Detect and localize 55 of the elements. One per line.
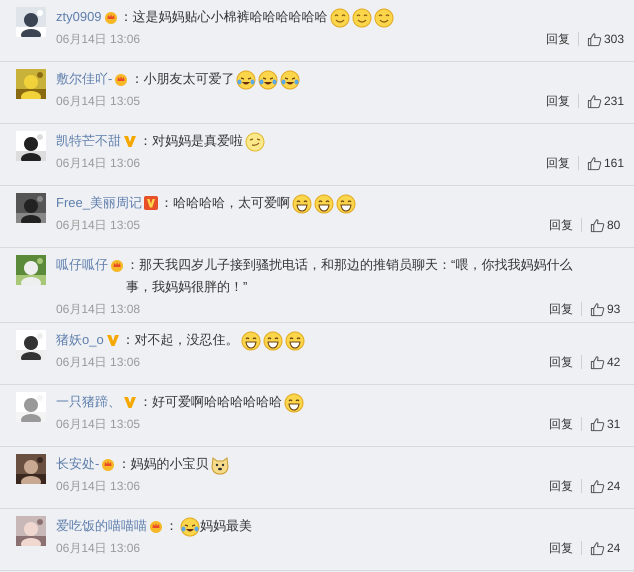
timestamp: 06月14日 13:05 — [56, 93, 140, 110]
like-button[interactable]: 303 — [586, 30, 624, 48]
thumbs-up-icon — [590, 354, 605, 370]
comment-text: ：哈哈哈哈，太可爱啊 — [160, 195, 290, 210]
username-link[interactable]: zty0909 — [56, 6, 102, 28]
timestamp: 06月14日 13:06 — [56, 354, 140, 371]
timestamp: 06月14日 13:05 — [56, 416, 140, 433]
reply-button[interactable]: 回复 — [549, 216, 573, 234]
username-link[interactable]: 爱吃饭的喵喵喵 — [56, 515, 147, 537]
comment-text: ：这是妈妈贴心小棉裤哈哈哈哈哈哈 — [120, 9, 328, 24]
comment-text: ：妈妈的小宝贝 — [117, 456, 208, 471]
username-link[interactable]: Free_美丽周记 — [56, 192, 142, 214]
username-link[interactable]: 凯特芒不甜 — [56, 130, 121, 152]
thumbs-up-icon — [586, 156, 602, 170]
reply-button[interactable]: 回复 — [549, 353, 573, 371]
like-button[interactable]: 24 — [590, 477, 624, 495]
username-link[interactable]: 敷尔佳吖- — [56, 68, 112, 90]
comment-text: ：小朋友太可爱了 — [130, 71, 234, 86]
reply-button[interactable]: 回复 — [549, 415, 573, 433]
timestamp: 06月14日 13:08 — [56, 301, 140, 318]
thumbs-up-icon — [590, 218, 605, 232]
username-link[interactable]: 长安处- — [56, 453, 100, 475]
thumbs-up-icon — [590, 302, 605, 316]
like-button[interactable]: 24 — [590, 539, 624, 557]
reply-button[interactable]: 回复 — [549, 477, 573, 495]
username-link[interactable]: 猪妖o_o — [56, 329, 104, 351]
reply-button[interactable]: 回复 — [546, 154, 570, 172]
comment-text: ：对妈妈是真爱啦 — [139, 133, 243, 148]
reply-button[interactable]: 回复 — [546, 92, 570, 110]
comment-text: ：好可爱啊哈哈哈哈哈哈 — [139, 394, 282, 409]
thumbs-up-icon — [586, 94, 602, 108]
comment-text: 妈妈最美 — [200, 518, 252, 533]
like-button[interactable]: 42 — [590, 353, 624, 371]
like-button[interactable]: 93 — [590, 300, 624, 318]
comment-text: ： — [165, 518, 178, 533]
like-button[interactable]: 161 — [586, 154, 624, 172]
timestamp: 06月14日 13:06 — [56, 540, 140, 557]
username-link[interactable]: 呱仔呱仔 — [56, 254, 108, 276]
like-button[interactable]: 31 — [590, 415, 624, 433]
thumbs-up-icon — [586, 32, 602, 46]
reply-button[interactable]: 回复 — [546, 30, 570, 48]
timestamp: 06月14日 13:06 — [56, 155, 140, 172]
timestamp: 06月14日 13:05 — [56, 217, 140, 234]
thumbs-up-icon — [590, 416, 605, 432]
like-button[interactable]: 80 — [590, 216, 624, 234]
username-link[interactable]: 一只猪蹄、 — [56, 391, 121, 413]
reply-button[interactable]: 回复 — [549, 300, 573, 318]
like-button[interactable]: 231 — [586, 92, 624, 110]
thumbs-up-icon — [590, 540, 605, 556]
timestamp: 06月14日 13:06 — [56, 478, 140, 495]
thumbs-up-icon — [590, 478, 605, 494]
reply-button[interactable]: 回复 — [549, 539, 573, 557]
comment-text: ：对不起，没忍住。 — [122, 332, 239, 347]
timestamp: 06月14日 13:06 — [56, 31, 140, 48]
comment-text: ：那天我四岁儿子接到骚扰电话，和那边的推销员聊天：“喂，你找我妈妈什么事，我妈妈很胖的！” — [126, 257, 572, 294]
